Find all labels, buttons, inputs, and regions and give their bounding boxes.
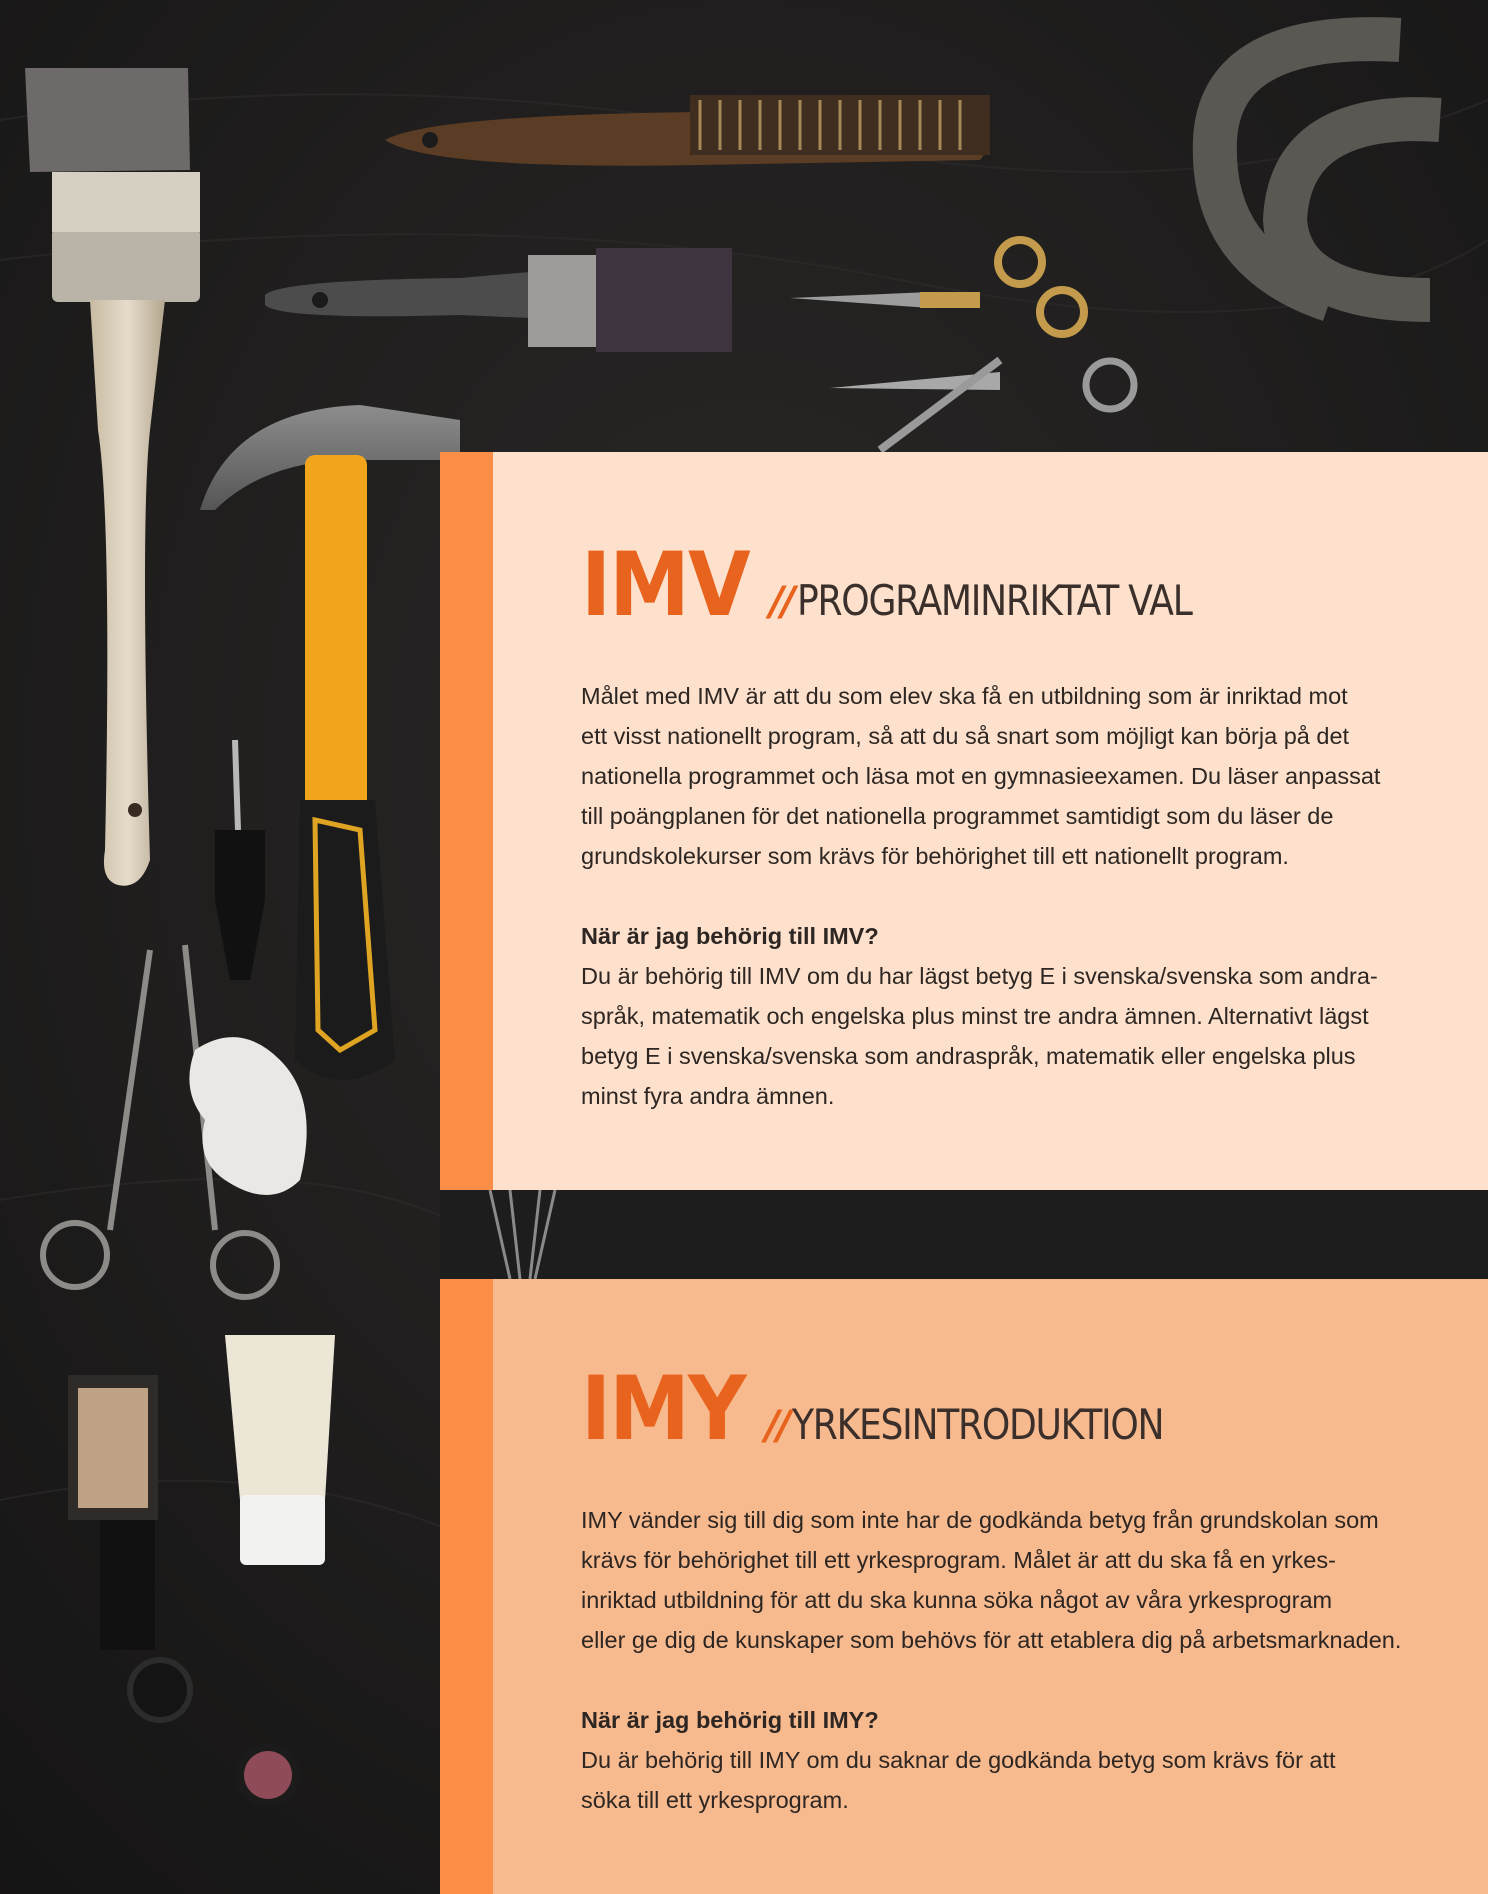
imy-heading: IMY // YRKESINTRODUKTION: [581, 1357, 1461, 1460]
imv-heading: IMV // PROGRAMINRIKTAT VAL: [581, 533, 1461, 636]
cream-tube-icon: [225, 1335, 335, 1565]
accent-stripe: [440, 1279, 493, 1894]
imv-content: IMV // PROGRAMINRIKTAT VAL Målet med IMV…: [581, 540, 1461, 1116]
imy-subtitle: YRKESINTRODUKTION: [792, 1400, 1165, 1449]
imy-code: IMY: [581, 1357, 747, 1460]
imy-answer: Du är behörig till IMY om du saknar de g…: [581, 1747, 1336, 1813]
imv-panel: IMV // PROGRAMINRIKTAT VAL Målet med IMV…: [440, 452, 1488, 1190]
imy-panel: IMY // YRKESINTRODUKTION IMY vänder sig …: [440, 1279, 1488, 1894]
imy-content: IMY // YRKESINTRODUKTION IMY vänder sig …: [581, 1364, 1461, 1820]
imy-slashes: //: [765, 1403, 791, 1449]
imv-subtitle: PROGRAMINRIKTAT VAL: [796, 576, 1193, 625]
imv-answer: Du är behörig till IMV om du har lägst b…: [581, 963, 1378, 1109]
imv-code: IMV: [581, 533, 751, 636]
imv-slashes: //: [769, 579, 795, 625]
imy-question: När är jag behörig till IMY?: [581, 1707, 879, 1733]
lipstick-icon: [236, 1743, 300, 1807]
accent-stripe: [440, 452, 493, 1190]
imv-intro: Målet med IMV är att du som elev ska få …: [581, 683, 1381, 869]
imv-question: När är jag behörig till IMV?: [581, 923, 879, 949]
imy-intro: IMY vänder sig till dig som inte har de …: [581, 1507, 1402, 1653]
